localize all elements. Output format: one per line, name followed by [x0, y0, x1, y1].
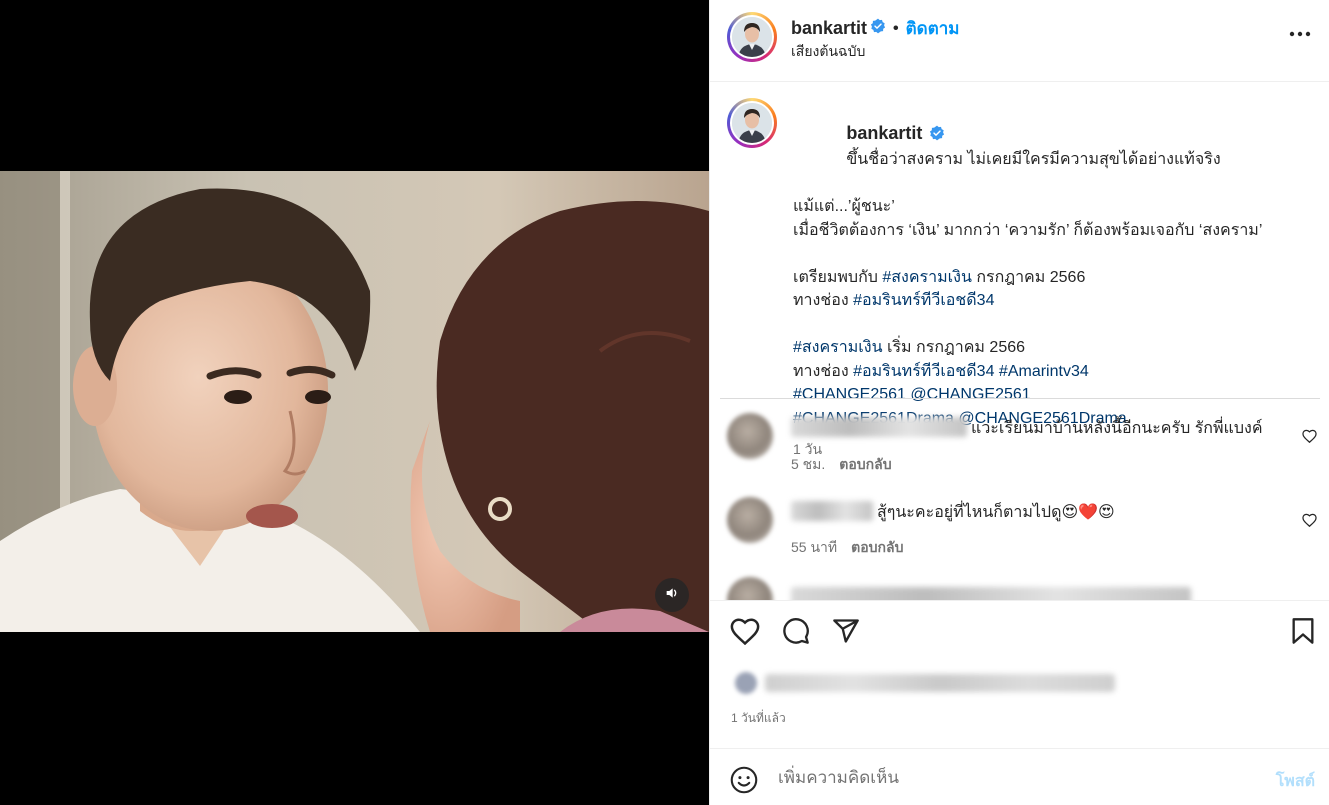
comment-like-heart-icon[interactable]: [1302, 429, 1317, 448]
commenter-avatar[interactable]: [727, 497, 773, 543]
caption-text: bankartit ขึ้นชื่อว่าสงคราม ไม่เคยมีใครม…: [793, 98, 1317, 430]
send-icon[interactable]: [832, 617, 860, 650]
bookmark-icon[interactable]: [1290, 617, 1316, 650]
post-dialog: bankartit • ติดตาม เสียงต้นฉบับ bankarti…: [0, 0, 1329, 805]
caption-author-avatar[interactable]: [727, 98, 777, 148]
add-comment-bar: โพสต์: [710, 748, 1329, 805]
hashtag-link[interactable]: #อมรินทร์ทีวีเอชดี34: [853, 292, 994, 309]
follow-button[interactable]: ติดตาม: [906, 15, 960, 42]
comment-time[interactable]: 5 ชม.: [791, 456, 825, 472]
caption-text-segment: เริ่ม กรกฎาคม 2566: [882, 339, 1026, 356]
liked-by-text-blurred: [765, 674, 1115, 692]
verified-badge-icon: [870, 18, 886, 39]
commenter-avatar[interactable]: [727, 577, 773, 600]
post-header: bankartit • ติดตาม เสียงต้นฉบับ: [710, 0, 1329, 82]
liked-by-avatar: [735, 672, 757, 694]
post-side-panel: bankartit • ติดตาม เสียงต้นฉบับ bankarti…: [709, 0, 1329, 805]
comment-text: แวะเรียนมาบ้านหลังนี้อีกนะครับ รักพี่แบง…: [971, 420, 1263, 437]
hashtag-link[interactable]: #สงครามเงิน: [793, 339, 883, 356]
caption-text-segment: เตรียมพบกับ: [793, 268, 883, 286]
liked-by-row[interactable]: [729, 668, 1309, 698]
hashtag-link[interactable]: #CHANGE2561: [793, 386, 906, 403]
comment-line: แวะเรียนมาบ้านหลังนี้อีกนะครับ รักพี่แบง…: [791, 417, 1263, 440]
author-avatar[interactable]: [727, 12, 777, 62]
comment-text-blurred: [791, 587, 1191, 600]
comment-time[interactable]: 55 นาที: [791, 539, 837, 555]
caption-text-segment: ทางช่อง: [793, 362, 854, 380]
comment-line-blurred: [791, 587, 1195, 600]
original-audio-link[interactable]: เสียงต้นฉบับ: [791, 41, 865, 63]
comment-input[interactable]: [778, 761, 1248, 795]
video-player[interactable]: [0, 0, 709, 805]
commenter-username-blurred[interactable]: [791, 417, 967, 437]
hashtag-link[interactable]: #Amarintv34: [999, 363, 1089, 380]
author-username[interactable]: bankartit: [791, 18, 867, 39]
more-horizontal-icon[interactable]: [1289, 24, 1311, 42]
reply-button[interactable]: ตอบกลับ: [839, 456, 891, 472]
comment-like-heart-icon[interactable]: [1302, 513, 1317, 532]
video-frame[interactable]: [0, 171, 709, 632]
commenter-avatar[interactable]: [727, 413, 773, 459]
caption-text-segment: ทางช่อง: [793, 292, 854, 309]
hashtag-link[interactable]: #สงครามเงิน: [882, 269, 972, 286]
caption-divider: [720, 398, 1320, 399]
speaker-icon: [664, 585, 680, 606]
comments-scroll-area[interactable]: bankartit ขึ้นชื่อว่าสงคราม ไม่เคยมีใครม…: [710, 83, 1329, 600]
separator-dot: •: [893, 19, 899, 37]
hashtag-link[interactable]: #อมรินทร์ทีวีเอชดี34: [853, 363, 994, 380]
heart-icon[interactable]: [730, 617, 760, 650]
caption-username[interactable]: bankartit: [846, 123, 922, 143]
comment-meta: 5 ชม. ตอบกลับ: [791, 454, 906, 476]
header-user-line: bankartit • ติดตาม: [791, 15, 960, 42]
post-action-bar: [710, 600, 1329, 662]
comment-meta: 55 นาที ตอบกลับ: [791, 537, 917, 559]
commenter-username-blurred[interactable]: [791, 501, 873, 521]
video-still-illustration: [0, 171, 709, 632]
caption-line-1: ขึ้นชื่อว่าสงคราม ไม่เคยมีใครมีความสุขได…: [846, 151, 1221, 168]
caption-line-3: เมื่อชีวิตต้องการ ‘เงิน’ มากกว่า ‘ความรั…: [793, 221, 1263, 239]
verified-badge-icon: [929, 125, 945, 149]
post-timestamp[interactable]: 1 วันที่แล้ว: [731, 709, 786, 728]
smiley-icon[interactable]: [730, 766, 758, 799]
comment-line: สู้ๆนะคะอยู่ที่ไหนก็ตามไปดู😍❤️😍: [791, 501, 1115, 524]
mute-toggle-button[interactable]: [655, 578, 689, 612]
comment-icon[interactable]: [782, 617, 810, 650]
comment-text: สู้ๆนะคะอยู่ที่ไหนก็ตามไปดู😍❤️😍: [877, 504, 1115, 521]
mention-link[interactable]: @CHANGE2561: [910, 386, 1030, 403]
caption-line-2: แม้แต่...’ผู้ชนะ’: [793, 198, 895, 215]
post-caption: bankartit ขึ้นชื่อว่าสงคราม ไม่เคยมีใครม…: [727, 98, 1317, 461]
post-comment-button[interactable]: โพสต์: [1276, 769, 1315, 794]
reply-button[interactable]: ตอบกลับ: [851, 539, 903, 555]
caption-text-segment: กรกฎาคม 2566: [971, 268, 1086, 286]
